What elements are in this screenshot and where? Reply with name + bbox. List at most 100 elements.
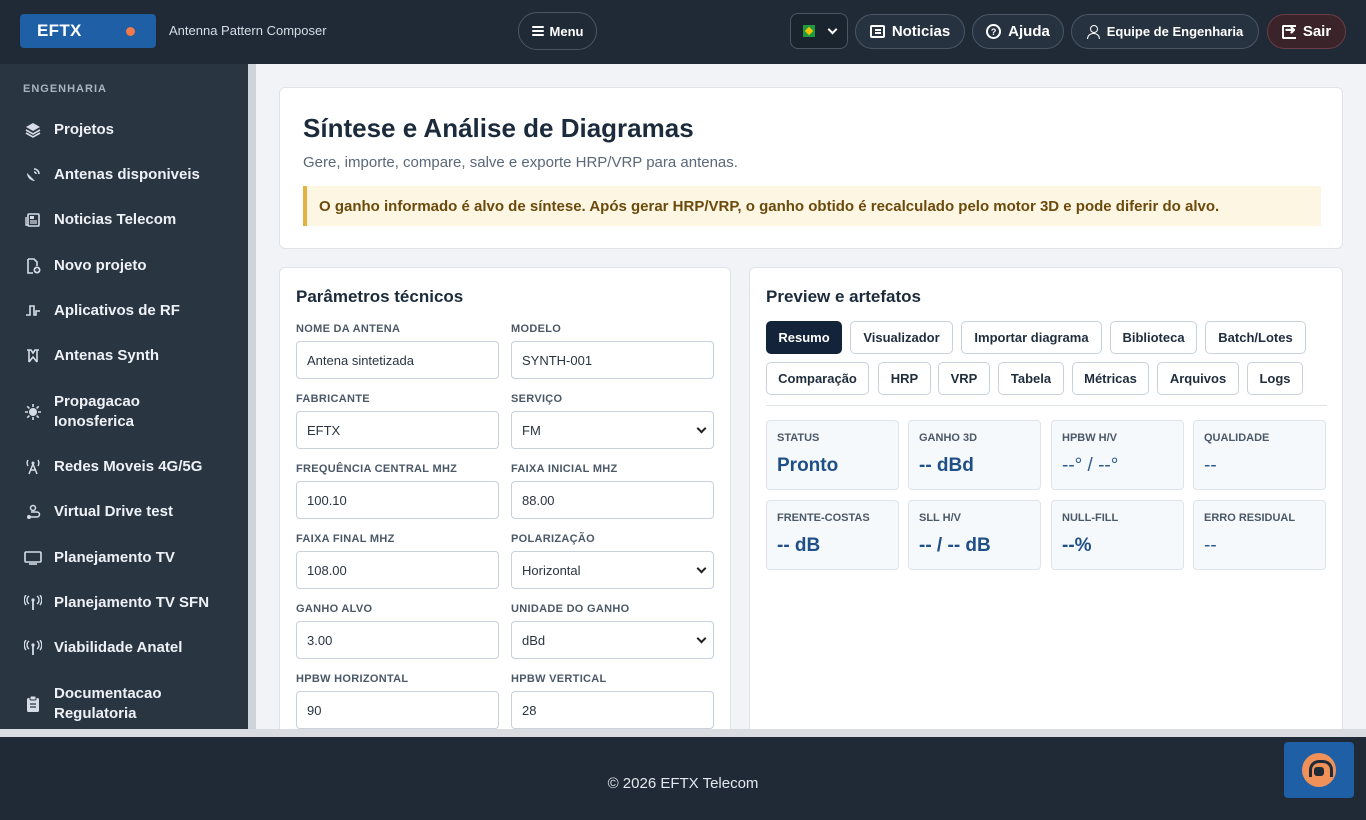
sidebar-item-label: Projetos bbox=[54, 121, 115, 138]
app-name: Antenna Pattern Composer bbox=[169, 23, 327, 38]
tab-batch-lotes[interactable]: Batch/Lotes bbox=[1205, 321, 1306, 354]
team-label: Equipe de Engenharia bbox=[1106, 24, 1244, 39]
broadcast-icon bbox=[24, 594, 42, 612]
sidebar-item-label: Noticias Telecom bbox=[54, 211, 177, 228]
metric-value: --% bbox=[1062, 535, 1092, 556]
antenna-name-label: Nome da antena bbox=[296, 323, 401, 335]
antenna-name-input[interactable]: Antena sintetizada bbox=[296, 341, 499, 379]
metric-gain-3d: GANHO 3D -- dBd bbox=[908, 420, 1041, 490]
sidebar-item-label: Virtual Drive test bbox=[54, 503, 173, 520]
end-frequency-label: Faixa final MHz bbox=[296, 533, 395, 545]
metric-label: SLL H/V bbox=[919, 512, 961, 524]
footer: © 2026 EFTX Telecom bbox=[0, 737, 1366, 820]
sidebar-item-novo-projeto[interactable]: Novo projeto bbox=[0, 255, 248, 277]
sidebar-item-label: Propagacao Ionosferica bbox=[54, 393, 140, 430]
news-button[interactable]: Noticias bbox=[855, 14, 965, 49]
tab-visualizador[interactable]: Visualizador bbox=[850, 321, 953, 354]
tab-arquivos[interactable]: Arquivos bbox=[1157, 362, 1239, 395]
satellite-dish-icon bbox=[24, 166, 42, 184]
metric-label: FRENTE-COSTAS bbox=[777, 512, 870, 524]
headset-icon bbox=[1302, 753, 1336, 787]
sidebar-item-viabilidade-anatel[interactable]: Viabilidade Anatel bbox=[0, 637, 248, 659]
metric-label: NULL-FILL bbox=[1062, 512, 1119, 524]
gain-unit-label: Unidade do ganho bbox=[511, 603, 630, 615]
sidebar-item-documentacao-regulatoria[interactable]: Documentacao Regulatoria bbox=[0, 683, 248, 725]
metric-label: HPBW H/V bbox=[1062, 432, 1117, 444]
model-input[interactable]: SYNTH-001 bbox=[511, 341, 714, 379]
signal-wave-icon bbox=[24, 302, 42, 320]
chevron-down-icon bbox=[696, 633, 707, 644]
tab-logs[interactable]: Logs bbox=[1247, 362, 1303, 395]
sidebar-scrollbar[interactable] bbox=[248, 64, 256, 729]
sidebar-item-redes-moveis[interactable]: Redes Moveis 4G/5G bbox=[0, 456, 248, 478]
hpbw-vertical-label: HPBW vertical bbox=[511, 673, 607, 685]
cell-tower-icon bbox=[24, 458, 42, 476]
logout-button[interactable]: Sair bbox=[1267, 14, 1346, 49]
news-label: Noticias bbox=[891, 23, 951, 40]
menu-label: Menu bbox=[549, 23, 584, 39]
tab-hrp[interactable]: HRP bbox=[878, 362, 931, 395]
hpbw-horizontal-input[interactable]: 90 bbox=[296, 691, 499, 729]
manufacturer-input[interactable]: EFTX bbox=[296, 411, 499, 449]
metric-sll: SLL H/V -- / -- dB bbox=[908, 500, 1041, 570]
tab-resumo[interactable]: Resumo bbox=[766, 321, 842, 354]
top-bar: EFTX Antenna Pattern Composer Menu Notic… bbox=[0, 0, 1366, 64]
field-value: Antena sintetizada bbox=[307, 352, 414, 368]
copyright: © 2026 EFTX Telecom bbox=[607, 775, 759, 792]
menu-button[interactable]: Menu bbox=[518, 12, 597, 50]
chevron-down-icon bbox=[696, 423, 707, 434]
tab-metricas[interactable]: Métricas bbox=[1072, 362, 1149, 395]
manufacturer-label: Fabricante bbox=[296, 393, 370, 405]
field-value: dBd bbox=[522, 632, 546, 648]
logout-label: Sair bbox=[1302, 23, 1332, 40]
metric-value: -- bbox=[1204, 455, 1217, 476]
sidebar-item-aplicativos-rf[interactable]: Aplicativos de RF bbox=[0, 300, 248, 322]
field-value: 90 bbox=[307, 702, 322, 718]
hpbw-vertical-input[interactable]: 28 bbox=[511, 691, 714, 729]
service-select[interactable]: FM bbox=[511, 411, 714, 449]
field-value: 100.10 bbox=[307, 492, 347, 508]
center-frequency-input[interactable]: 100.10 bbox=[296, 481, 499, 519]
tab-comparacao[interactable]: Comparação bbox=[766, 362, 869, 395]
sidebar-item-planejamento-tv[interactable]: Planejamento TV bbox=[0, 547, 248, 569]
brand-logo[interactable]: EFTX bbox=[20, 14, 156, 48]
gain-unit-select[interactable]: dBd bbox=[511, 621, 714, 659]
hpbw-horizontal-label: HPBW horizontal bbox=[296, 673, 409, 685]
page-subtitle: Gere, importe, compare, salve e exporte … bbox=[303, 154, 738, 171]
newspaper-icon bbox=[869, 25, 885, 38]
metric-value: -- bbox=[1204, 535, 1217, 556]
sidebar-item-projetos[interactable]: Projetos bbox=[0, 119, 248, 141]
metric-value: -- dBd bbox=[919, 455, 974, 476]
metric-quality: QUALIDADE -- bbox=[1193, 420, 1326, 490]
sidebar-item-propagacao-ionosferica[interactable]: Propagacao Ionosferica bbox=[0, 391, 248, 433]
newspaper-icon bbox=[24, 211, 42, 229]
tab-tabela[interactable]: Tabela bbox=[998, 362, 1064, 395]
team-button[interactable]: Equipe de Engenharia bbox=[1071, 14, 1259, 49]
broadcast-icon bbox=[24, 639, 42, 657]
language-select[interactable] bbox=[790, 13, 848, 49]
tab-biblioteca[interactable]: Biblioteca bbox=[1110, 321, 1197, 354]
sidebar-item-noticias-telecom[interactable]: Noticias Telecom bbox=[0, 209, 248, 231]
horizontal-scrollbar[interactable] bbox=[0, 729, 1366, 737]
tab-vrp[interactable]: VRP bbox=[938, 362, 990, 395]
preview-artifacts-card: Preview e artefatos Resumo Visualizador … bbox=[749, 267, 1343, 737]
support-chat-button[interactable] bbox=[1284, 742, 1354, 798]
start-frequency-input[interactable]: 88.00 bbox=[511, 481, 714, 519]
end-frequency-input[interactable]: 108.00 bbox=[296, 551, 499, 589]
sun-icon bbox=[24, 403, 42, 421]
sidebar-item-antenas-synth[interactable]: Antenas Synth bbox=[0, 345, 248, 367]
question-icon: ? bbox=[986, 24, 1002, 39]
sidebar-item-planejamento-tv-sfn[interactable]: Planejamento TV SFN bbox=[0, 592, 248, 614]
help-button[interactable]: ? Ajuda bbox=[972, 14, 1064, 49]
sidebar-item-antenas-disponiveis[interactable]: Antenas disponiveis bbox=[0, 164, 248, 186]
technical-parameters-card: Parâmetros técnicos Nome da antena Anten… bbox=[279, 267, 731, 737]
page-header-card: Síntese e Análise de Diagramas Gere, imp… bbox=[279, 87, 1343, 249]
polarization-select[interactable]: Horizontal bbox=[511, 551, 714, 589]
antenna-synth-icon bbox=[24, 347, 42, 365]
sidebar-item-virtual-drive-test[interactable]: Virtual Drive test bbox=[0, 501, 248, 523]
help-label: Ajuda bbox=[1008, 23, 1050, 40]
target-gain-input[interactable]: 3.00 bbox=[296, 621, 499, 659]
logout-icon bbox=[1281, 22, 1296, 39]
tab-importar-diagrama[interactable]: Importar diagrama bbox=[961, 321, 1102, 354]
chevron-down-icon bbox=[696, 563, 707, 574]
